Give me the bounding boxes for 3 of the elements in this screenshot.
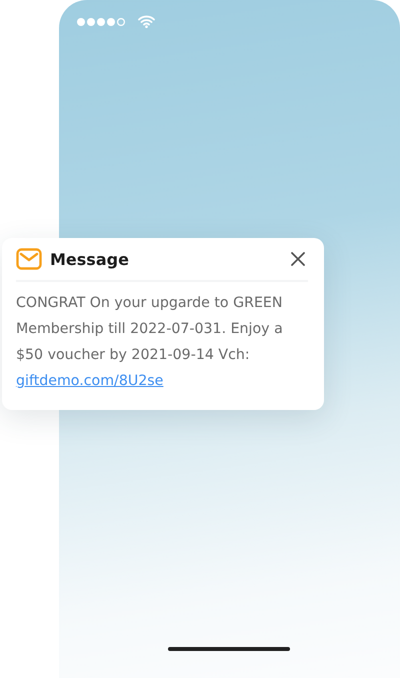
notification-title: Message <box>50 250 130 268</box>
voucher-link[interactable]: giftdemo.com/8U2se <box>16 373 164 389</box>
notification-message: CONGRAT On your upgarde to GREEN Membership till 2022-07-031. Enjoy a $50 voucher by 2021-09-14 Vch: giftdemo.com/8U2se <box>16 294 284 391</box>
